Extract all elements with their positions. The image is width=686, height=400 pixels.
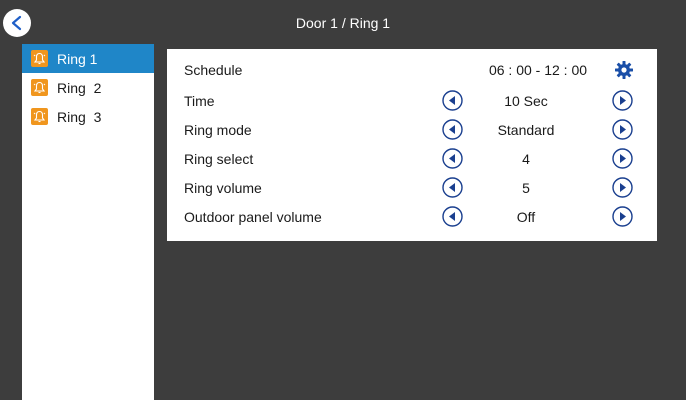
outdoor-panel-volume-value: Off	[516, 209, 536, 225]
sidebar-item-ring-1[interactable]: Ring 1	[22, 44, 154, 73]
header-bar: Door 1 / Ring 1	[0, 0, 686, 44]
bell-icon	[31, 50, 48, 67]
arrow-left-icon[interactable]	[442, 119, 463, 140]
ring-select-value: 4	[522, 151, 530, 167]
ring-volume-row: Ring volume 5	[167, 173, 657, 202]
page-title: Door 1 / Ring 1	[295, 15, 391, 31]
arrow-left-icon[interactable]	[442, 206, 463, 227]
ring-select-row: Ring select 4	[167, 144, 657, 173]
schedule-value: 06 : 00 - 12 : 00	[488, 62, 588, 78]
schedule-label: Schedule	[184, 62, 243, 78]
ring-select-label: Ring select	[184, 151, 254, 167]
arrow-left-icon[interactable]	[442, 90, 463, 111]
ring-mode-value: Standard	[497, 122, 555, 138]
ring-volume-label: Ring volume	[184, 180, 262, 196]
time-value: 10 Sec	[504, 93, 548, 109]
sidebar-item-label: Ring 3	[57, 108, 102, 125]
sidebar-item-label: Ring 1	[57, 50, 98, 67]
settings-panel: Schedule 06 : 00 - 12 : 00 Time 10 Sec R…	[167, 49, 657, 241]
ring-mode-label: Ring mode	[184, 122, 252, 138]
arrow-right-icon[interactable]	[612, 177, 633, 198]
time-label: Time	[184, 93, 215, 109]
sidebar: Ring 1 Ring 2 Ring 3	[22, 44, 154, 400]
sidebar-item-ring-2[interactable]: Ring 2	[22, 73, 154, 102]
outdoor-panel-volume-row: Outdoor panel volume Off	[167, 202, 657, 231]
bell-icon	[31, 108, 48, 125]
arrow-left-icon[interactable]	[442, 148, 463, 169]
arrow-right-icon[interactable]	[612, 148, 633, 169]
arrow-right-icon[interactable]	[612, 119, 633, 140]
gear-icon[interactable]	[614, 60, 634, 80]
ring-mode-row: Ring mode Standard	[167, 115, 657, 144]
bell-icon	[31, 79, 48, 96]
ring-volume-value: 5	[522, 180, 530, 196]
arrow-left-icon[interactable]	[442, 177, 463, 198]
sidebar-item-label: Ring 2	[57, 79, 102, 96]
outdoor-panel-volume-label: Outdoor panel volume	[184, 209, 322, 225]
sidebar-item-ring-3[interactable]: Ring 3	[22, 102, 154, 131]
schedule-row[interactable]: Schedule 06 : 00 - 12 : 00	[167, 55, 657, 84]
time-row: Time 10 Sec	[167, 86, 657, 115]
arrow-right-icon[interactable]	[612, 90, 633, 111]
arrow-right-icon[interactable]	[612, 206, 633, 227]
